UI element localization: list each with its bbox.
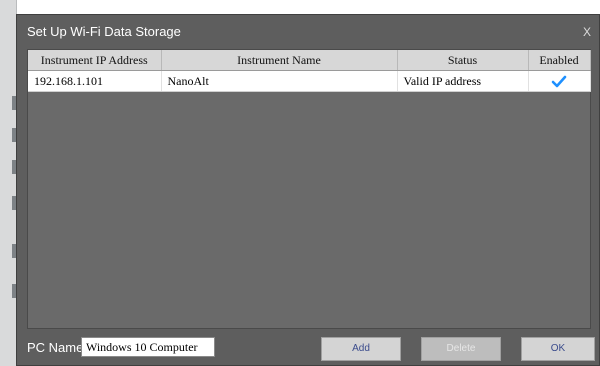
wifi-storage-dialog: Set Up Wi-Fi Data Storage X Instrument I… xyxy=(16,14,600,366)
cell-ip-address[interactable]: 192.168.1.101 xyxy=(28,70,162,92)
column-header-name[interactable]: Instrument Name xyxy=(161,50,398,71)
column-header-ip[interactable]: Instrument IP Address xyxy=(28,50,162,71)
ok-button[interactable]: OK xyxy=(521,337,595,361)
check-icon[interactable] xyxy=(551,75,567,89)
table-header-row: Instrument IP Address Instrument Name St… xyxy=(28,50,591,71)
instrument-grid: Instrument IP Address Instrument Name St… xyxy=(28,50,591,92)
cell-status: Valid IP address xyxy=(397,70,529,92)
dialog-titlebar: Set Up Wi-Fi Data Storage X xyxy=(17,15,599,49)
column-header-enabled[interactable]: Enabled xyxy=(528,50,591,71)
table-row[interactable]: 192.168.1.101 NanoAlt Valid IP address xyxy=(28,70,591,92)
background-window-edge xyxy=(0,0,17,366)
delete-button[interactable]: Delete xyxy=(421,337,501,361)
column-header-status[interactable]: Status xyxy=(397,50,529,71)
dialog-title: Set Up Wi-Fi Data Storage xyxy=(27,24,181,39)
pc-name-label: PC Name xyxy=(27,340,84,355)
close-button[interactable]: X xyxy=(579,24,595,40)
dialog-footer: PC Name Add Delete OK xyxy=(17,331,599,365)
cell-instrument-name[interactable]: NanoAlt xyxy=(161,70,398,92)
instrument-table: Instrument IP Address Instrument Name St… xyxy=(27,49,591,329)
cell-enabled[interactable] xyxy=(528,70,591,92)
add-button[interactable]: Add xyxy=(321,337,401,361)
pc-name-input[interactable] xyxy=(81,337,215,357)
